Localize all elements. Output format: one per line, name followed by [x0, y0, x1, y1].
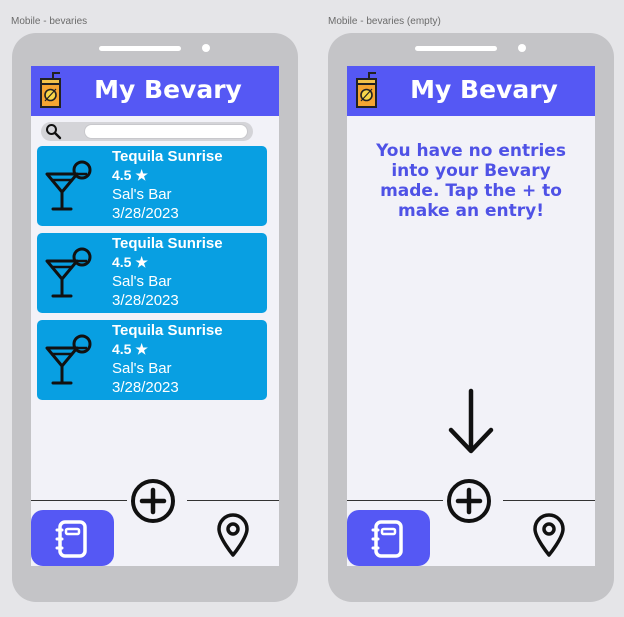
nav-divider	[503, 500, 595, 501]
cocktail-icon	[45, 247, 92, 298]
entry-name: Tequila Sunrise	[112, 148, 223, 165]
app-title: My Bevary	[410, 75, 558, 104]
entry-rating: 4.5 ★	[112, 254, 148, 270]
entry-card[interactable]: Tequila Sunrise 4.5 ★ Sal's Bar 3/28/202…	[37, 320, 267, 400]
cocktail-icon	[45, 334, 92, 385]
nav-divider	[31, 500, 127, 501]
app-screen: My Bevary You have no entries into your …	[347, 66, 595, 566]
add-entry-button[interactable]	[129, 477, 177, 525]
phone-frame: My Bevary You have no entries into your …	[328, 33, 614, 602]
nav-divider	[347, 500, 443, 501]
entry-date: 3/28/2023	[112, 379, 179, 396]
map-pin-icon[interactable]	[532, 512, 566, 558]
star-icon: ★	[135, 254, 148, 270]
app-header: My Bevary	[347, 66, 595, 116]
search-icon	[46, 124, 62, 140]
phone-camera	[518, 44, 526, 52]
entry-rating: 4.5 ★	[112, 341, 148, 357]
phone-speaker	[415, 46, 497, 51]
nav-journal-tab[interactable]	[347, 510, 430, 566]
frame-label: Mobile - bevaries	[11, 16, 88, 27]
app-title: My Bevary	[94, 75, 242, 104]
nav-journal-tab[interactable]	[31, 510, 114, 566]
arrow-down-icon	[448, 388, 494, 454]
phone-speaker	[99, 46, 181, 51]
entry-card[interactable]: Tequila Sunrise 4.5 ★ Sal's Bar 3/28/202…	[37, 233, 267, 313]
phone-camera	[202, 44, 210, 52]
app-header: My Bevary	[31, 66, 279, 116]
search-input[interactable]	[84, 124, 248, 139]
phone-frame: My Bevary Tequila Sunrise 4.5 ★ Sal's Ba…	[12, 33, 298, 602]
search-bar	[41, 122, 253, 141]
entry-date: 3/28/2023	[112, 205, 179, 222]
entry-place: Sal's Bar	[112, 360, 172, 377]
empty-state-message: You have no entries into your Bevary mad…	[376, 141, 566, 221]
frame-label: Mobile - bevaries (empty)	[328, 16, 441, 27]
entry-name: Tequila Sunrise	[112, 322, 223, 339]
star-icon: ★	[135, 167, 148, 183]
journal-icon	[55, 520, 87, 558]
star-icon: ★	[135, 341, 148, 357]
entry-place: Sal's Bar	[112, 273, 172, 290]
entry-card[interactable]: Tequila Sunrise 4.5 ★ Sal's Bar 3/28/202…	[37, 146, 267, 226]
entry-date: 3/28/2023	[112, 292, 179, 309]
journal-icon	[371, 520, 403, 558]
cocktail-icon	[45, 160, 92, 211]
map-pin-icon[interactable]	[216, 512, 250, 558]
nav-divider	[187, 500, 279, 501]
entry-name: Tequila Sunrise	[112, 235, 223, 252]
entry-rating: 4.5 ★	[112, 167, 148, 183]
add-entry-button[interactable]	[445, 477, 493, 525]
app-screen: My Bevary Tequila Sunrise 4.5 ★ Sal's Ba…	[31, 66, 279, 566]
entry-place: Sal's Bar	[112, 186, 172, 203]
